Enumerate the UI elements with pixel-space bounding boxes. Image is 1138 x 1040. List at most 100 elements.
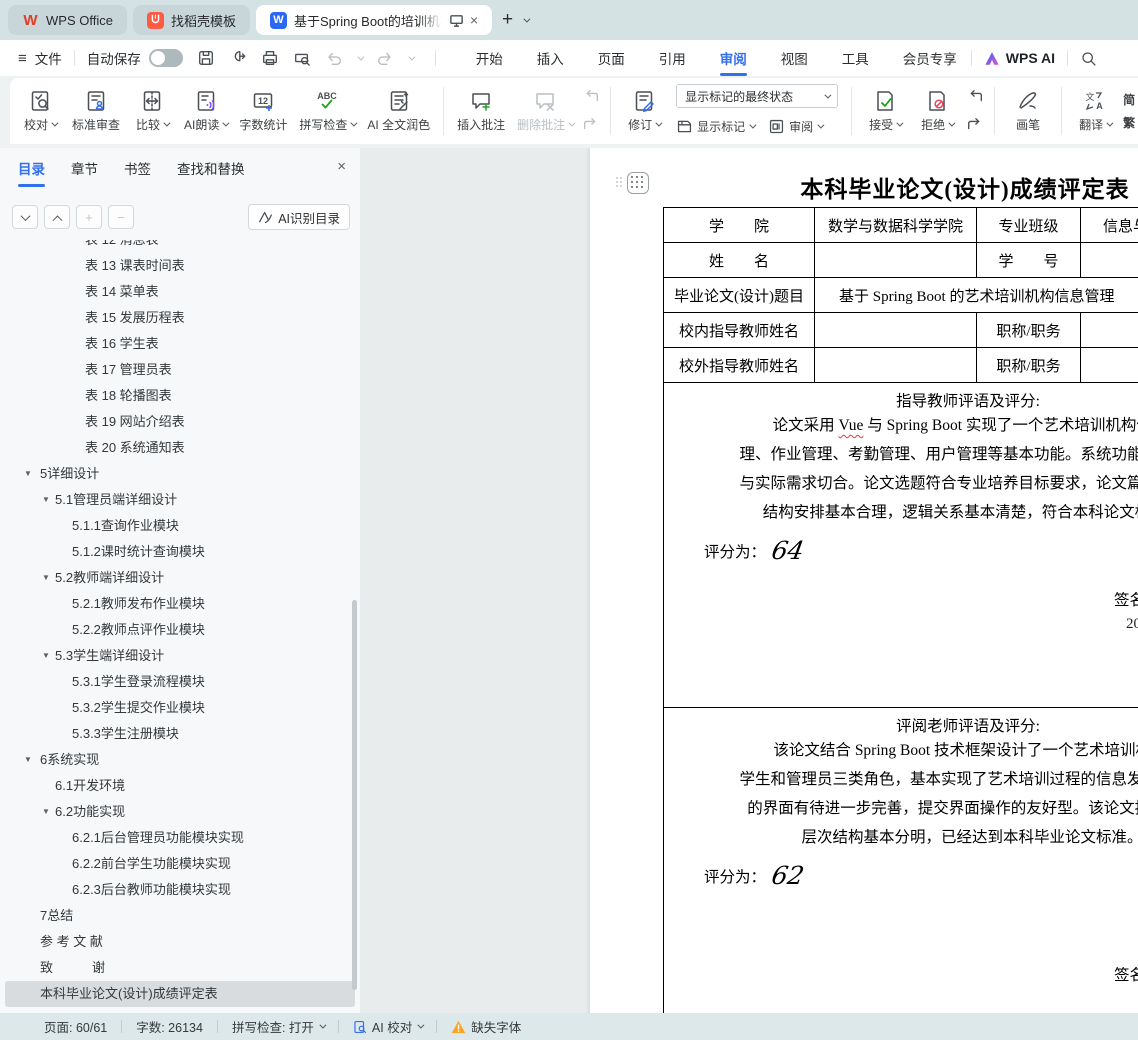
missing-font-warning[interactable]: 缺失字体 [451,1017,521,1036]
toc-item[interactable]: 5.2.1教师发布作业模块 [5,591,355,617]
sidebar-tab-find-replace[interactable]: 查找和替换 [177,158,245,187]
name-value-cell[interactable] [815,243,977,278]
toc-item[interactable]: 表 20 系统通知表 [5,435,355,461]
close-tab-icon[interactable]: × [470,12,478,28]
redo-icon[interactable] [376,49,394,67]
export-icon[interactable] [229,49,247,67]
collapse-arrow-icon[interactable]: ▼ [24,461,32,487]
ai-proofread-status[interactable]: AI 校对 [353,1017,422,1036]
toc-item[interactable]: 5.3.1学生登录流程模块 [5,669,355,695]
toc-item[interactable]: ▼5.3学生端详细设计 [5,643,355,669]
undo-icon[interactable] [325,49,343,67]
toc-item[interactable]: 致 谢 [5,955,355,981]
collapse-arrow-icon[interactable]: ▼ [42,487,50,513]
title-rank-value-cell[interactable] [1081,348,1138,383]
tab-list-chevron-icon[interactable] [523,15,530,22]
collapse-button[interactable]: − [108,205,134,229]
collapse-arrow-icon[interactable]: ▼ [42,643,50,669]
undo-chevron-icon[interactable] [357,53,364,60]
toc-item[interactable]: 5.3.2学生提交作业模块 [5,695,355,721]
sidebar-tab-bookmarks[interactable]: 书签 [124,158,151,187]
class-label-cell[interactable]: 专业班级 [977,208,1081,243]
file-menu[interactable]: 文件 [35,48,62,68]
sidebar-scrollbar[interactable] [352,600,357,990]
print-icon[interactable] [261,49,279,67]
show-markup-button[interactable]: 显示标记 [676,114,754,138]
toc-item[interactable]: ▼6.2功能实现 [5,799,355,825]
review-pane-button[interactable]: 审阅 [768,114,822,138]
ai-polish-button[interactable]: AI 全文润色 [361,82,436,140]
tab-document[interactable]: W 基于Spring Boot的培训机构 × [256,5,492,35]
print-preview-icon[interactable] [293,49,311,67]
proofread-button[interactable]: 校对 [14,82,66,140]
previous-revision-button[interactable] [963,86,987,108]
toc-item[interactable]: 表 14 菜单表 [5,279,355,305]
next-revision-button[interactable] [963,114,987,136]
toc-item[interactable]: 5.1.2课时统计查询模块 [5,539,355,565]
accept-revision-button[interactable]: 接受 [859,82,911,140]
reject-revision-button[interactable]: 拒绝 [911,82,963,140]
page-indicator[interactable]: 页面: 60/61 [44,1017,107,1036]
menu-insert[interactable]: 插入 [535,40,566,76]
toc-item[interactable]: ▼6系统实现 [5,747,355,773]
internal-advisor-label-cell[interactable]: 校内指导教师姓名 [664,313,815,348]
collapse-arrow-icon[interactable]: ▼ [42,565,50,591]
close-sidebar-icon[interactable]: × [337,158,346,175]
college-value-cell[interactable]: 数学与数据科学学院 [815,208,977,243]
simplified-to-traditional-button[interactable]: 简 转繁 [1123,91,1138,108]
next-heading-button[interactable] [12,205,38,229]
toc-item[interactable]: 6.2.1后台管理员功能模块实现 [5,825,355,851]
menu-view[interactable]: 视图 [779,40,810,76]
toc-item[interactable]: 表 13 课表时间表 [5,253,355,279]
save-icon[interactable] [197,49,215,67]
ai-read-aloud-button[interactable]: AI朗读 [178,82,233,140]
toc-item[interactable]: 6.2.3后台教师功能模块实现 [5,877,355,903]
search-icon[interactable] [1080,50,1097,67]
menu-review[interactable]: 审阅 [718,40,749,76]
spell-check-status[interactable]: 拼写检查: 打开 [232,1017,324,1036]
toc-item[interactable]: 5.2.2教师点评作业模块 [5,617,355,643]
title-rank-value-cell[interactable] [1081,313,1138,348]
internal-advisor-value-cell[interactable] [815,313,977,348]
menu-reference[interactable]: 引用 [657,40,688,76]
toc-item[interactable]: 表 19 网站介绍表 [5,409,355,435]
toc-item[interactable]: 6.2.2前台学生功能模块实现 [5,851,355,877]
menu-home[interactable]: 开始 [474,40,505,76]
ai-recognize-toc-button[interactable]: AI识别目录 [248,204,350,230]
menu-member[interactable]: 会员专享 [901,40,959,76]
autosave-toggle[interactable] [149,49,183,67]
advisor-comment-cell[interactable]: 指导教师评语及评分: 论文采用 Vue 与 Spring Boot 实现了一个艺… [664,383,1138,708]
word-count-indicator[interactable]: 字数: 26134 [136,1017,203,1036]
class-value-cell[interactable]: 信息与 [1081,208,1138,243]
student-id-label-cell[interactable]: 学 号 [977,243,1081,278]
ink-pen-button[interactable]: 画笔 [1002,82,1054,140]
wps-ai-button[interactable]: WPS AI [984,50,1055,66]
collapse-arrow-icon[interactable]: ▼ [24,747,32,773]
toc-item[interactable]: 5.3.3学生注册模块 [5,721,355,747]
hamburger-menu-icon[interactable]: ≡ [18,50,27,67]
translate-button[interactable]: 文A 翻译 [1069,82,1121,140]
word-count-button[interactable]: 12 字数统计 [233,82,293,140]
compare-button[interactable]: 比较 [126,82,178,140]
toc-item[interactable]: 5.1.1查询作业模块 [5,513,355,539]
toc-item[interactable]: 表 16 学生表 [5,331,355,357]
menu-page[interactable]: 页面 [596,40,627,76]
college-label-cell[interactable]: 学 院 [664,208,815,243]
tab-docer-templates[interactable]: ᕫ 找稻壳模板 [133,5,250,35]
reviewer-comment-cell[interactable]: 评阅老师评语及评分: 该论文结合 Spring Boot 技术框架设计了一个艺术… [664,708,1138,1014]
expand-button[interactable]: + [76,205,102,229]
document-page[interactable]: 本科毕业论文(设计)成绩评定表 学 院 数学与数据科学学院 专业班级 信息与 姓… [590,148,1138,1013]
previous-heading-button[interactable] [44,205,70,229]
title-rank-label-cell[interactable]: 职称/职务 [977,313,1081,348]
toc-item[interactable]: 6.1开发环境 [5,773,355,799]
monitor-icon[interactable] [449,13,464,28]
tab-wps-office[interactable]: W WPS Office [8,5,127,35]
name-label-cell[interactable]: 姓 名 [664,243,815,278]
title-rank-label-cell[interactable]: 职称/职务 [977,348,1081,383]
standard-review-button[interactable]: 标准审查 [66,82,126,140]
external-advisor-label-cell[interactable]: 校外指导教师姓名 [664,348,815,383]
new-tab-icon[interactable]: + [498,9,517,31]
topic-value-cell[interactable]: 基于 Spring Boot 的艺术培训机构信息管理 [815,278,1138,313]
toc-item[interactable]: 表 12 消息表 [5,240,355,253]
table-drag-handle[interactable] [616,172,649,194]
